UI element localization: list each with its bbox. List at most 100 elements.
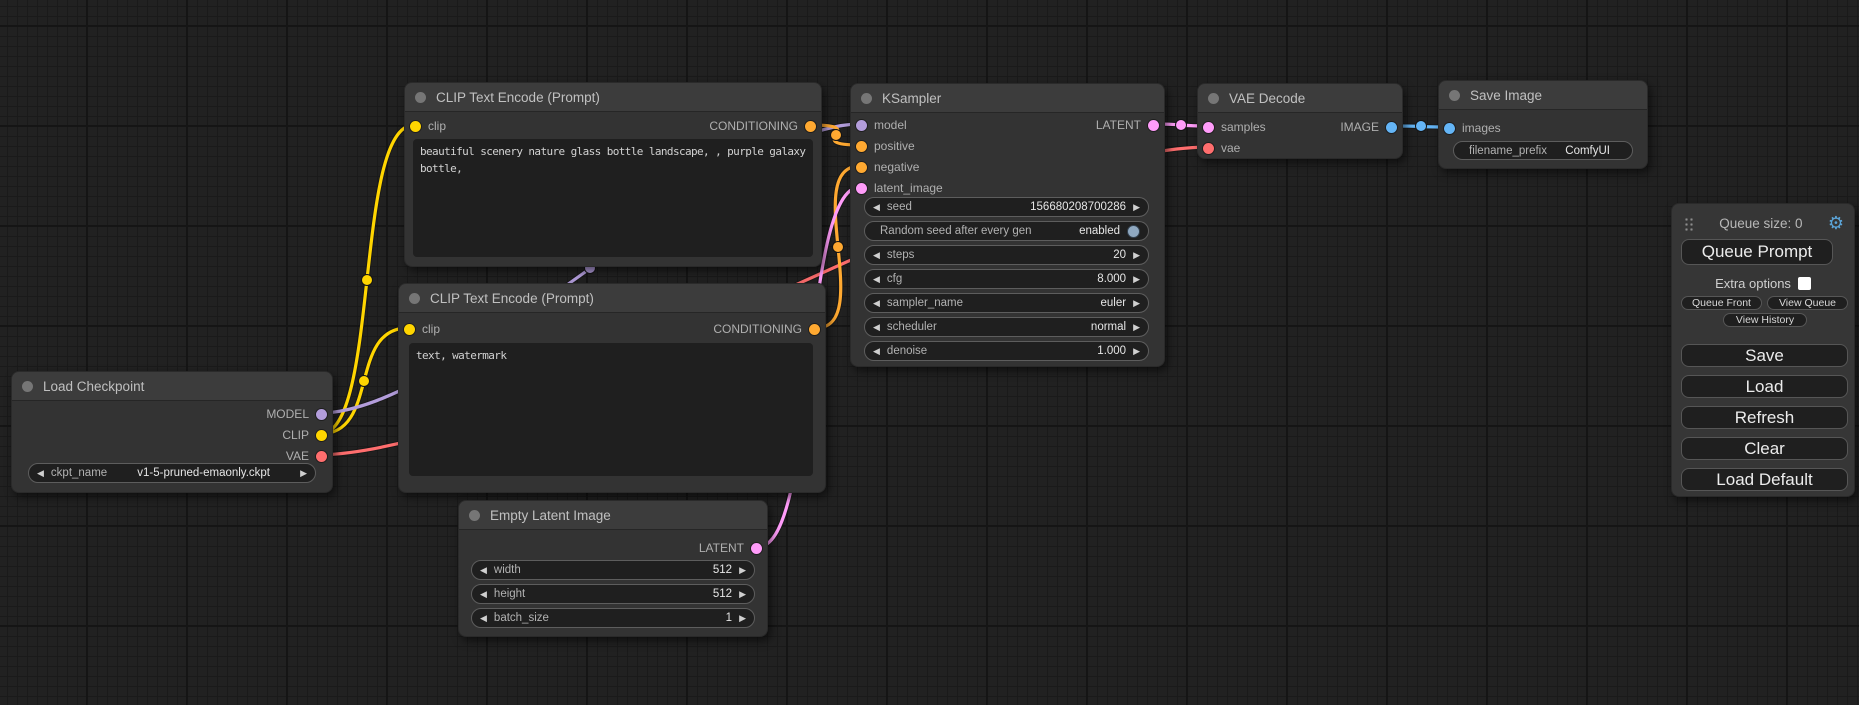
output-slot-conditioning[interactable]: CONDITIONING xyxy=(709,118,816,134)
right-arrow-icon[interactable]: ▶ xyxy=(1133,347,1140,356)
conditioning-port-icon[interactable] xyxy=(805,121,816,132)
input-slot-samples[interactable]: samples xyxy=(1203,119,1266,135)
output-slot-latent[interactable]: LATENT xyxy=(1096,117,1159,133)
left-arrow-icon[interactable]: ◀ xyxy=(873,299,880,308)
node-clip-text-encode-negative[interactable]: CLIP Text Encode (Prompt) clip CONDITION… xyxy=(398,283,826,493)
right-arrow-icon[interactable]: ▶ xyxy=(739,590,746,599)
input-slot-negative[interactable]: negative xyxy=(856,159,919,175)
widget-seed[interactable]: ◀ seed 156680208700286 ▶ xyxy=(864,197,1149,217)
input-slot-clip[interactable]: clip xyxy=(410,118,446,134)
model-port-icon[interactable] xyxy=(316,409,327,420)
right-arrow-icon[interactable]: ▶ xyxy=(1133,323,1140,332)
node-clip-text-encode-positive[interactable]: CLIP Text Encode (Prompt) clip CONDITION… xyxy=(404,82,822,267)
node-graph-canvas[interactable]: Load Checkpoint MODEL CLIP VAE ◀ ckpt_na… xyxy=(0,0,1859,705)
image-port-icon[interactable] xyxy=(1386,122,1397,133)
node-title-bar[interactable]: Empty Latent Image xyxy=(459,501,767,530)
refresh-button[interactable]: Refresh xyxy=(1681,406,1848,429)
collapse-dot-icon[interactable] xyxy=(469,510,480,521)
clip-port-icon[interactable] xyxy=(410,121,421,132)
left-arrow-icon[interactable]: ◀ xyxy=(873,347,880,356)
widget-random-seed-toggle[interactable]: Random seed after every gen enabled xyxy=(864,221,1149,241)
node-load-checkpoint[interactable]: Load Checkpoint MODEL CLIP VAE ◀ ckpt_na… xyxy=(11,371,333,493)
widget-filename-prefix[interactable]: filename_prefix ComfyUI xyxy=(1453,141,1633,160)
model-port-icon[interactable] xyxy=(856,120,867,131)
widget-ckpt-name[interactable]: ◀ ckpt_name v1-5-pruned-emaonly.ckpt ▶ xyxy=(28,463,316,483)
toggle-enabled-icon[interactable] xyxy=(1127,225,1140,238)
load-default-button[interactable]: Load Default xyxy=(1681,468,1848,491)
input-slot-positive[interactable]: positive xyxy=(856,138,915,154)
right-arrow-icon[interactable]: ▶ xyxy=(1133,203,1140,212)
drag-handle-icon[interactable] xyxy=(1684,216,1694,231)
latent-port-icon[interactable] xyxy=(751,543,762,554)
right-arrow-icon[interactable]: ▶ xyxy=(739,614,746,623)
vae-port-icon[interactable] xyxy=(316,451,327,462)
left-arrow-icon[interactable]: ◀ xyxy=(480,614,487,623)
save-button[interactable]: Save xyxy=(1681,344,1848,367)
conditioning-port-icon[interactable] xyxy=(809,324,820,335)
conditioning-port-icon[interactable] xyxy=(856,141,867,152)
gear-icon[interactable]: ⚙ xyxy=(1828,214,1844,232)
left-arrow-icon[interactable]: ◀ xyxy=(37,469,44,478)
input-slot-clip[interactable]: clip xyxy=(404,321,440,337)
left-arrow-icon[interactable]: ◀ xyxy=(873,323,880,332)
conditioning-port-icon[interactable] xyxy=(856,162,867,173)
image-port-icon[interactable] xyxy=(1444,123,1455,134)
left-arrow-icon[interactable]: ◀ xyxy=(480,590,487,599)
node-empty-latent-image[interactable]: Empty Latent Image LATENT ◀ width 512 ▶ … xyxy=(458,500,768,637)
latent-port-icon[interactable] xyxy=(1148,120,1159,131)
node-title-bar[interactable]: Load Checkpoint xyxy=(12,372,332,401)
clip-port-icon[interactable] xyxy=(404,324,415,335)
vae-port-icon[interactable] xyxy=(1203,143,1214,154)
output-slot-latent[interactable]: LATENT xyxy=(699,540,762,556)
latent-port-icon[interactable] xyxy=(856,183,867,194)
right-arrow-icon[interactable]: ▶ xyxy=(300,469,307,478)
left-arrow-icon[interactable]: ◀ xyxy=(873,275,880,284)
widget-cfg[interactable]: ◀ cfg 8.000 ▶ xyxy=(864,269,1149,289)
node-title-bar[interactable]: VAE Decode xyxy=(1198,84,1402,113)
right-arrow-icon[interactable]: ▶ xyxy=(1133,251,1140,260)
clip-port-icon[interactable] xyxy=(316,430,327,441)
extra-options-checkbox[interactable] xyxy=(1798,277,1811,290)
output-slot-image[interactable]: IMAGE xyxy=(1340,119,1397,135)
left-arrow-icon[interactable]: ◀ xyxy=(873,203,880,212)
prompt-textarea-positive[interactable]: beautiful scenery nature glass bottle la… xyxy=(413,139,813,257)
collapse-dot-icon[interactable] xyxy=(22,381,33,392)
collapse-dot-icon[interactable] xyxy=(1208,93,1219,104)
view-queue-button[interactable]: View Queue xyxy=(1767,296,1848,310)
node-ksampler[interactable]: KSampler model LATENT positive negative … xyxy=(850,83,1165,367)
left-arrow-icon[interactable]: ◀ xyxy=(873,251,880,260)
right-arrow-icon[interactable]: ▶ xyxy=(1133,275,1140,284)
node-title-bar[interactable]: CLIP Text Encode (Prompt) xyxy=(399,284,825,313)
widget-width[interactable]: ◀ width 512 ▶ xyxy=(471,560,755,580)
left-arrow-icon[interactable]: ◀ xyxy=(480,566,487,575)
input-slot-model[interactable]: model xyxy=(856,117,907,133)
output-slot-conditioning[interactable]: CONDITIONING xyxy=(713,321,820,337)
prompt-textarea-negative[interactable]: text, watermark xyxy=(409,343,813,476)
node-title-bar[interactable]: KSampler xyxy=(851,84,1164,113)
input-slot-vae[interactable]: vae xyxy=(1203,140,1240,156)
collapse-dot-icon[interactable] xyxy=(861,93,872,104)
widget-steps[interactable]: ◀ steps 20 ▶ xyxy=(864,245,1149,265)
widget-denoise[interactable]: ◀ denoise 1.000 ▶ xyxy=(864,341,1149,361)
node-title-bar[interactable]: CLIP Text Encode (Prompt) xyxy=(405,83,821,112)
output-slot-clip[interactable]: CLIP xyxy=(282,427,327,443)
widget-scheduler[interactable]: ◀ scheduler normal ▶ xyxy=(864,317,1149,337)
collapse-dot-icon[interactable] xyxy=(415,92,426,103)
collapse-dot-icon[interactable] xyxy=(409,293,420,304)
input-slot-images[interactable]: images xyxy=(1444,120,1501,136)
queue-front-button[interactable]: Queue Front xyxy=(1681,296,1762,310)
widget-height[interactable]: ◀ height 512 ▶ xyxy=(471,584,755,604)
right-arrow-icon[interactable]: ▶ xyxy=(1133,299,1140,308)
collapse-dot-icon[interactable] xyxy=(1449,90,1460,101)
view-history-button[interactable]: View History xyxy=(1723,313,1807,327)
output-slot-vae[interactable]: VAE xyxy=(286,448,327,464)
right-arrow-icon[interactable]: ▶ xyxy=(739,566,746,575)
node-vae-decode[interactable]: VAE Decode samples IMAGE vae xyxy=(1197,83,1403,159)
widget-sampler-name[interactable]: ◀ sampler_name euler ▶ xyxy=(864,293,1149,313)
clear-button[interactable]: Clear xyxy=(1681,437,1848,460)
input-slot-latent-image[interactable]: latent_image xyxy=(856,180,943,196)
queue-prompt-button[interactable]: Queue Prompt xyxy=(1681,239,1833,265)
node-save-image[interactable]: Save Image images filename_prefix ComfyU… xyxy=(1438,80,1648,169)
load-button[interactable]: Load xyxy=(1681,375,1848,398)
node-title-bar[interactable]: Save Image xyxy=(1439,81,1647,110)
